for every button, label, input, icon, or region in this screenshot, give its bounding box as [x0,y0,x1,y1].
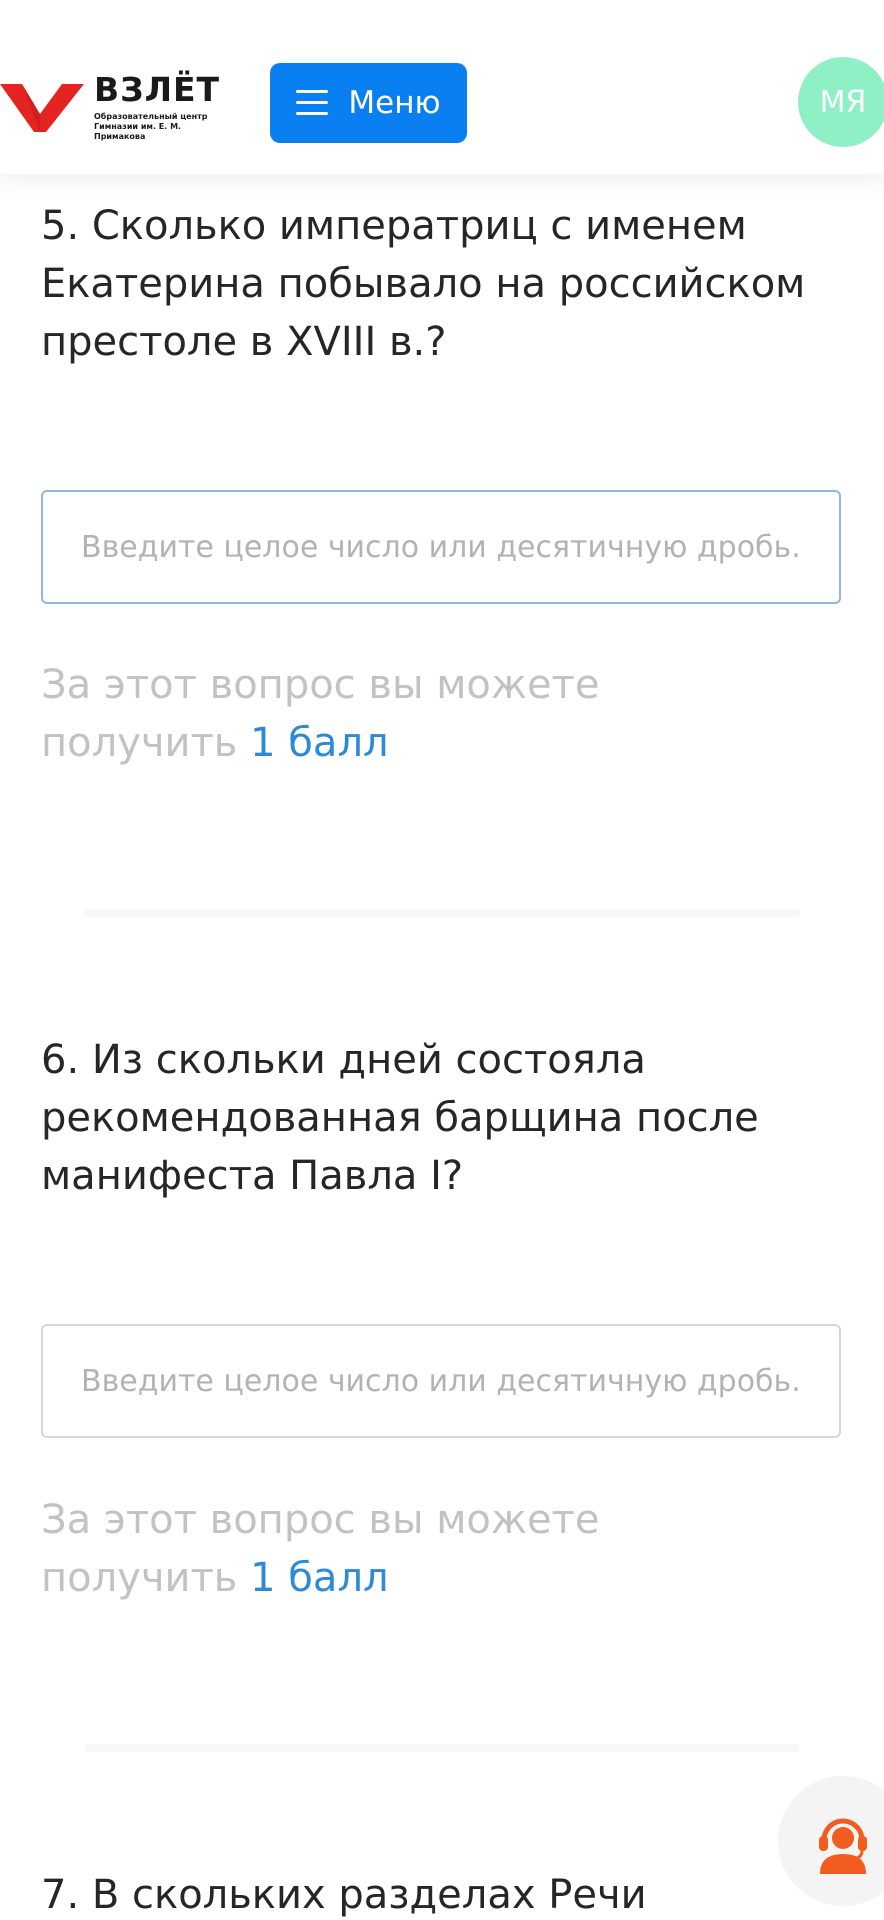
menu-button-label: Меню [348,85,441,121]
question-6-points: За этот вопрос вы можете получить 1 балл [41,1491,601,1607]
logo-title: ВЗЛЁТ [94,70,221,109]
logo-subtitle-line2: Гимназии им. Е. М. Примакова [94,122,182,141]
logo[interactable]: ВЗЛЁТ Образовательный центр Гимназии им.… [0,70,230,142]
question-5-answer-input[interactable] [41,490,841,604]
quiz-page: ВЗЛЁТ Образовательный центр Гимназии им.… [0,0,884,1920]
checkmark-logo-icon [0,84,84,132]
top-header: ВЗЛЁТ Образовательный центр Гимназии им.… [0,0,884,174]
question-5-points: За этот вопрос вы можете получить 1 балл [41,656,601,772]
hamburger-icon [296,90,329,116]
support-headset-icon [819,1818,867,1874]
question-divider [84,1744,800,1752]
logo-subtitle: Образовательный центр Гимназии им. Е. М.… [94,112,224,142]
question-6-text: 6. Из скольки дней состояла рекомендован… [41,1037,759,1199]
question-5-text: 5. Сколько императриц с именем Екатерина… [41,203,806,365]
question-divider [84,909,800,917]
user-avatar[interactable]: МЯ [798,57,884,147]
question-6-answer-input[interactable] [41,1324,841,1438]
menu-button[interactable]: Меню [270,63,467,143]
logo-subtitle-line1: Образовательный центр [94,112,208,121]
question-5-points-value: 1 балл [250,720,389,766]
question-7-text: 7. В скольких разделах Речи [41,1872,647,1918]
question-6-points-value: 1 балл [250,1555,389,1601]
